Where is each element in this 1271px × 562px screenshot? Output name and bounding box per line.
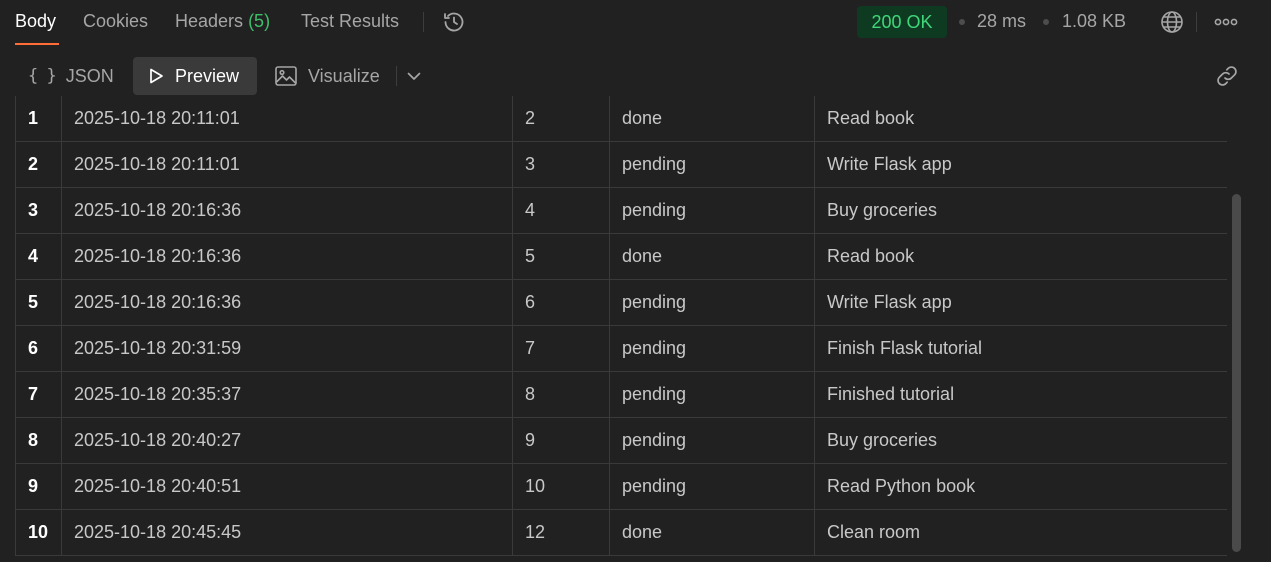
row-index: 4	[15, 232, 62, 280]
cell-id: 7	[512, 324, 610, 372]
more-icon[interactable]	[1212, 8, 1240, 36]
response-size[interactable]: 1.08 KB	[1062, 11, 1126, 32]
cell-created: 2025-10-18 20:31:59	[61, 324, 513, 372]
table-row: 9 2025-10-18 20:40:51 10 pending Read Py…	[15, 462, 1227, 510]
format-preview-label: Preview	[175, 65, 240, 86]
row-index: 8	[15, 416, 62, 464]
cell-status: pending	[609, 416, 815, 464]
chevron-down-icon[interactable]	[404, 66, 424, 86]
cell-title: Read book	[814, 232, 1227, 280]
cell-status: pending	[609, 186, 815, 234]
response-time[interactable]: 28 ms	[977, 11, 1026, 32]
row-index: 2	[15, 140, 62, 188]
cell-created: 2025-10-18 20:16:36	[61, 278, 513, 326]
response-tabbar: Body Cookies Headers (5) Test Results 20…	[0, 0, 1271, 45]
row-index: 10	[15, 508, 62, 556]
row-index: 5	[15, 278, 62, 326]
cell-title: Write Flask app	[814, 278, 1227, 326]
cell-title: Buy groceries	[814, 186, 1227, 234]
tab-body[interactable]: Body	[15, 11, 56, 32]
table-row: 2 2025-10-18 20:11:01 3 pending Write Fl…	[15, 140, 1227, 188]
tab-headers[interactable]: Headers (5)	[175, 11, 270, 32]
cell-status: done	[609, 96, 815, 142]
preview-table: 1 2025-10-18 20:11:01 2 done Read book 2…	[15, 96, 1227, 556]
cell-status: pending	[609, 462, 815, 510]
cell-status: done	[609, 232, 815, 280]
separator-dot	[959, 19, 965, 25]
active-tab-indicator	[15, 43, 59, 45]
cell-id: 5	[512, 232, 610, 280]
cell-created: 2025-10-18 20:35:37	[61, 370, 513, 418]
cell-title: Clean room	[814, 508, 1227, 556]
cell-id: 2	[512, 96, 610, 142]
table-row: 4 2025-10-18 20:16:36 5 done Read book	[15, 232, 1227, 280]
cell-title: Finished tutorial	[814, 370, 1227, 418]
cell-created: 2025-10-18 20:11:01	[61, 96, 513, 142]
headers-count: (5)	[248, 11, 271, 31]
format-visualize-button[interactable]: Visualize	[275, 57, 387, 95]
cell-status: done	[609, 508, 815, 556]
table-row: 6 2025-10-18 20:31:59 7 pending Finish F…	[15, 324, 1227, 372]
cell-created: 2025-10-18 20:16:36	[61, 232, 513, 280]
cell-id: 8	[512, 370, 610, 418]
cell-title: Read Python book	[814, 462, 1227, 510]
image-icon	[275, 66, 297, 86]
divider	[423, 12, 424, 32]
row-index: 9	[15, 462, 62, 510]
divider	[1196, 12, 1197, 32]
cell-created: 2025-10-18 20:11:01	[61, 140, 513, 188]
cell-title: Buy groceries	[814, 416, 1227, 464]
cell-status: pending	[609, 140, 815, 188]
cell-status: pending	[609, 370, 815, 418]
table-body: 1 2025-10-18 20:11:01 2 done Read book 2…	[15, 96, 1227, 556]
row-index: 7	[15, 370, 62, 418]
format-json-label: JSON	[65, 65, 114, 86]
table-row: 1 2025-10-18 20:11:01 2 done Read book	[15, 96, 1227, 142]
globe-icon[interactable]	[1158, 8, 1186, 36]
format-preview-button[interactable]: Preview	[133, 57, 257, 95]
row-index: 6	[15, 324, 62, 372]
format-json-button[interactable]: { } JSON	[26, 57, 122, 95]
table-row: 5 2025-10-18 20:16:36 6 pending Write Fl…	[15, 278, 1227, 326]
format-visualize-label: Visualize	[308, 65, 380, 86]
braces-icon: { }	[28, 66, 57, 86]
table-row: 3 2025-10-18 20:16:36 4 pending Buy groc…	[15, 186, 1227, 234]
cell-title: Finish Flask tutorial	[814, 324, 1227, 372]
cell-id: 3	[512, 140, 610, 188]
play-icon	[147, 67, 165, 85]
cell-id: 10	[512, 462, 610, 510]
cell-created: 2025-10-18 20:40:27	[61, 416, 513, 464]
cell-status: pending	[609, 278, 815, 326]
cell-title: Write Flask app	[814, 140, 1227, 188]
preview-table-container[interactable]: 1 2025-10-18 20:11:01 2 done Read book 2…	[15, 96, 1227, 556]
cell-status: pending	[609, 324, 815, 372]
cell-created: 2025-10-18 20:40:51	[61, 462, 513, 510]
cell-id: 6	[512, 278, 610, 326]
cell-id: 12	[512, 508, 610, 556]
cell-created: 2025-10-18 20:16:36	[61, 186, 513, 234]
table-row: 10 2025-10-18 20:45:45 12 done Clean roo…	[15, 508, 1227, 556]
row-index: 1	[15, 96, 62, 142]
cell-id: 9	[512, 416, 610, 464]
cell-id: 4	[512, 186, 610, 234]
status-badge[interactable]: 200 OK	[857, 6, 947, 38]
history-icon[interactable]	[440, 8, 468, 36]
divider	[396, 66, 397, 86]
cell-created: 2025-10-18 20:45:45	[61, 508, 513, 556]
tab-headers-label: Headers	[175, 11, 244, 31]
table-row: 8 2025-10-18 20:40:27 9 pending Buy groc…	[15, 416, 1227, 464]
vertical-scrollbar[interactable]	[1232, 194, 1241, 552]
table-row: 7 2025-10-18 20:35:37 8 pending Finished…	[15, 370, 1227, 418]
cell-title: Read book	[814, 96, 1227, 142]
separator-dot	[1043, 19, 1049, 25]
link-icon[interactable]	[1213, 62, 1241, 90]
tab-cookies[interactable]: Cookies	[83, 11, 148, 32]
row-index: 3	[15, 186, 62, 234]
tab-test-results[interactable]: Test Results	[301, 11, 399, 32]
